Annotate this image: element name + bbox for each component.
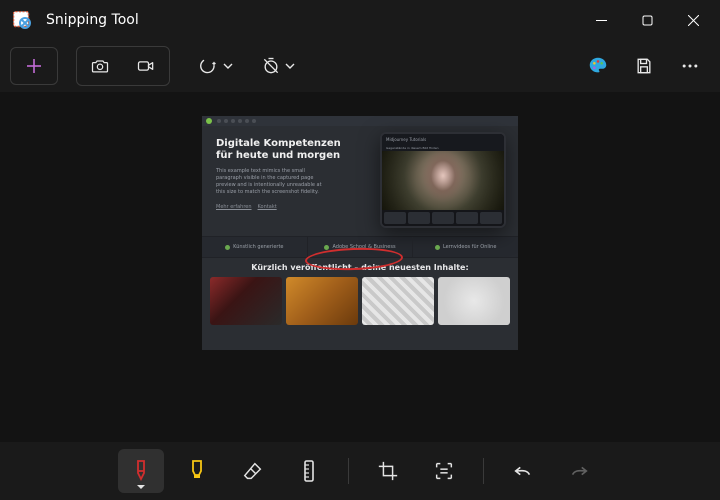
more-icon: [680, 56, 700, 76]
snip-shape-button[interactable]: [196, 47, 236, 85]
more-button[interactable]: [670, 47, 710, 85]
highlighter-icon: [186, 458, 208, 484]
canvas-area[interactable]: Digitale Kompetenzen für heute und morge…: [0, 92, 720, 442]
video-icon: [136, 56, 156, 76]
timer-off-icon: [261, 56, 281, 76]
captured-screenshot[interactable]: Digitale Kompetenzen für heute und morge…: [202, 116, 518, 350]
portrait-image: [382, 151, 504, 210]
top-toolbar: [0, 40, 720, 92]
pen-tool-button[interactable]: [118, 449, 164, 493]
save-icon: [634, 56, 654, 76]
toolbar-divider: [483, 458, 484, 484]
ruler-icon: [299, 459, 319, 483]
crop-icon: [377, 460, 399, 482]
ruler-tool-button[interactable]: [286, 449, 332, 493]
crop-tool-button[interactable]: [365, 449, 411, 493]
redo-icon: [568, 460, 590, 482]
undo-icon: [512, 460, 534, 482]
app-icon: [12, 10, 32, 30]
close-button[interactable]: [670, 0, 716, 40]
new-snip-button[interactable]: [10, 47, 58, 85]
chevron-down-icon: [223, 61, 233, 71]
edit-in-paint-button[interactable]: [578, 47, 618, 85]
maximize-button[interactable]: [624, 0, 670, 40]
eraser-icon: [242, 460, 264, 482]
hero-links: Mehr erfahren Kontakt: [216, 204, 372, 210]
toolbar-divider: [348, 458, 349, 484]
capture-mode-group: [76, 46, 170, 86]
plus-icon: [25, 57, 43, 75]
minimize-button[interactable]: [578, 0, 624, 40]
undo-button[interactable]: [500, 449, 546, 493]
preview-topbar: [202, 116, 518, 126]
redo-button[interactable]: [556, 449, 602, 493]
titlebar: Snipping Tool: [0, 0, 720, 40]
subhead: Kürzlich veröffentlicht – deine neuesten…: [202, 263, 518, 272]
delay-button[interactable]: [258, 47, 298, 85]
text-extract-icon: [433, 460, 455, 482]
hero-title: Digitale Kompetenzen für heute und morge…: [216, 138, 372, 162]
video-mode-button[interactable]: [123, 47, 169, 85]
feature-strip: Künstlich generierte Adobe School & Busi…: [202, 236, 518, 258]
card-row: [202, 272, 518, 333]
window-title: Snipping Tool: [46, 12, 139, 28]
highlighter-tool-button[interactable]: [174, 449, 220, 493]
tablet-preview: Midjourney Tutorials Gegenstände in dies…: [380, 132, 506, 228]
pen-icon: [130, 458, 152, 484]
shape-icon: [199, 56, 219, 76]
eraser-tool-button[interactable]: [230, 449, 276, 493]
text-actions-button[interactable]: [421, 449, 467, 493]
bottom-toolbar: [0, 442, 720, 500]
photo-mode-button[interactable]: [77, 47, 123, 85]
camera-icon: [90, 56, 110, 76]
save-button[interactable]: [624, 47, 664, 85]
hero-body: This example text mimics the small parag…: [216, 168, 326, 196]
palette-icon: [587, 55, 609, 77]
chevron-down-icon: [285, 61, 295, 71]
